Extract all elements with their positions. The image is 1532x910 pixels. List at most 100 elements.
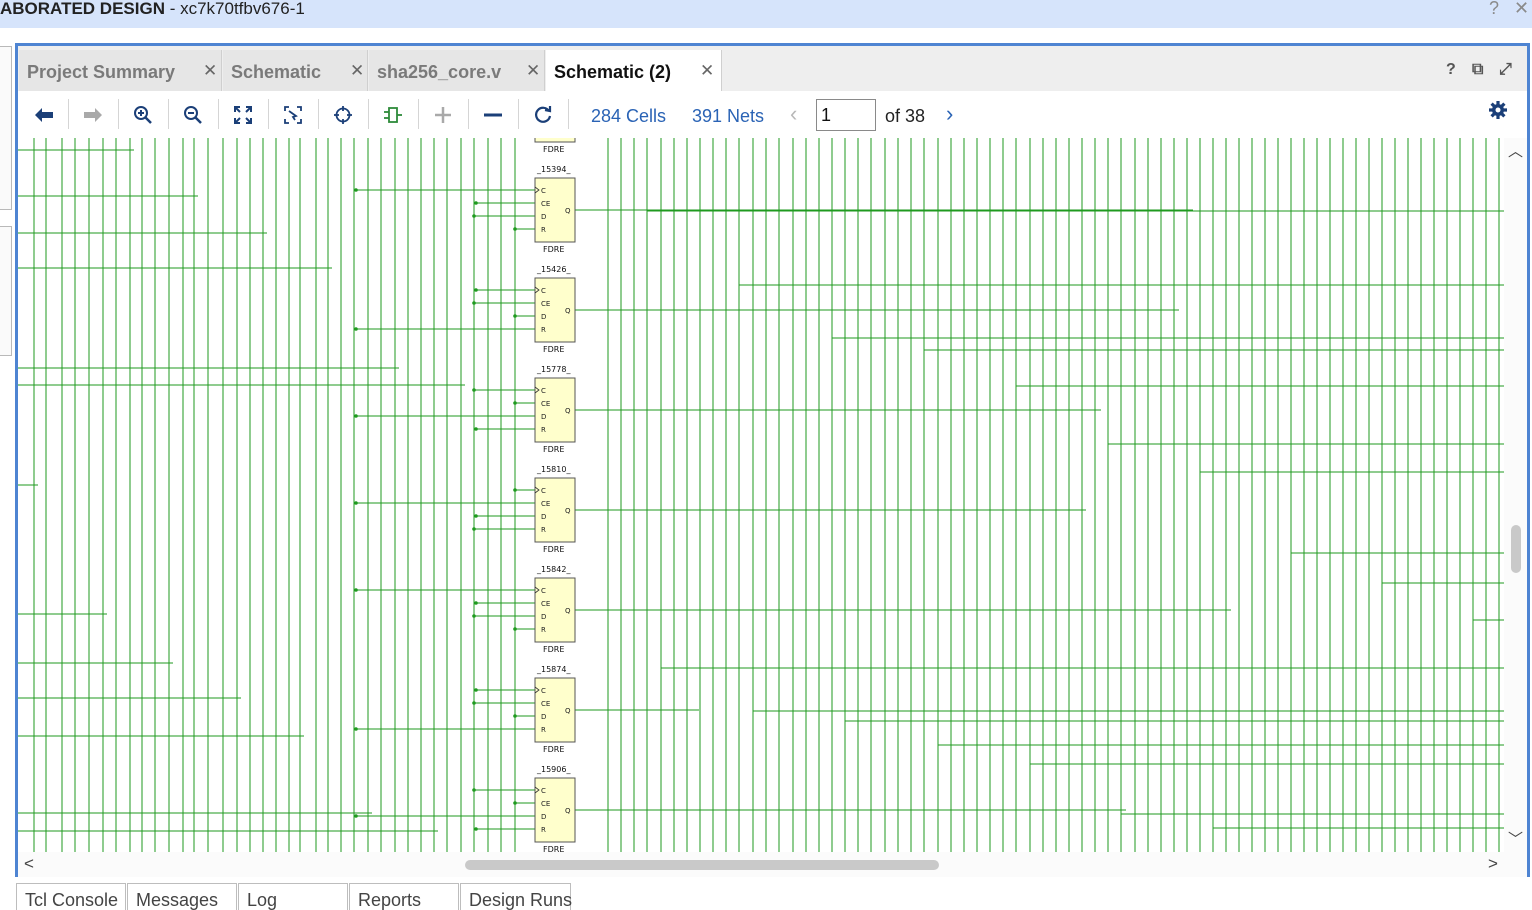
window-title: ABORATED DESIGN - xc7k70tfbv676-1 [0,0,305,20]
net-junction [474,688,478,692]
cell-pin-label: Q [565,607,571,615]
cell-pin-label: R [541,326,546,334]
cell-type-label: FDRE [543,645,564,654]
close-icon[interactable]: ✕ [203,61,217,81]
cell-instance-label: _15842_ [536,565,571,574]
cell-instance-label: _15394_ [536,165,571,174]
fdre-cell: _15426_ C CE DR Q FDRE [354,265,1179,354]
plus-icon[interactable] [428,101,458,129]
zoom-in-icon[interactable] [128,101,158,129]
net-junction [354,188,358,192]
cell-icon[interactable] [378,101,408,129]
tab-tcl-console[interactable]: Tcl Console [16,883,126,910]
tab-label: Reports [358,890,422,910]
help-icon[interactable]: ? [1489,0,1499,19]
cell-pin-label: CE [541,800,550,808]
net-junction [513,488,517,492]
schematic-panel: Project Summary ✕ Schematic ✕ sha256_cor… [15,43,1530,877]
scroll-right-icon[interactable]: > [1488,854,1498,874]
back-arrow-icon[interactable] [29,101,59,129]
net-junction [474,427,478,431]
cell-pin-label: R [541,626,546,634]
left-rail-panel[interactable] [0,46,12,210]
next-page-icon[interactable]: › [946,101,953,127]
gear-icon[interactable] [1488,100,1508,126]
net-junction [472,527,476,531]
tab-log[interactable]: Log [238,883,348,910]
net-junction [472,614,476,618]
tab-sha256-core[interactable]: sha256_core.v ✕ [369,50,545,91]
close-icon[interactable]: ✕ [700,61,714,81]
editor-tab-bar: Project Summary ✕ Schematic ✕ sha256_cor… [18,46,1527,91]
close-icon[interactable]: ✕ [1514,0,1529,19]
tab-label: Messages [136,890,219,910]
cell-pin-label: C [541,487,546,495]
page-number-input[interactable] [816,99,876,131]
zoom-selection-icon[interactable] [278,101,308,129]
cell-pin-label: D [541,813,546,821]
nets-count-link[interactable]: 391 Nets [692,106,764,127]
cell-pin-label: Q [565,207,571,215]
tab-label: Log [247,890,278,910]
cell-pin-label: Q [565,307,571,315]
cell-pin-label: Q [565,407,571,415]
maximize-icon[interactable]: ⤢ [1499,61,1512,79]
previous-page-icon[interactable]: ‹ [790,101,797,127]
tab-messages[interactable]: Messages [127,883,237,910]
cell-pin-label: CE [541,600,550,608]
net-junction [513,801,517,805]
vivado-window: ABORATED DESIGN - xc7k70tfbv676-1 ? ✕ Pr… [0,0,1532,910]
net-junction [474,601,478,605]
net-junction [354,814,358,818]
minus-icon[interactable] [478,101,508,129]
net-junction [472,701,476,705]
horizontal-scrollbar[interactable]: < > [18,852,1527,877]
cell-pin-label: CE [541,700,550,708]
cell-pin-label: D [541,713,546,721]
close-icon[interactable]: ✕ [350,61,364,81]
net-junction [472,301,476,305]
vertical-scrollbar[interactable]: ︿ ﹀ [1504,138,1527,852]
vertical-scroll-thumb[interactable] [1511,525,1521,573]
tab-schematic-2[interactable]: Schematic (2) ✕ [546,50,722,91]
cell-type-label: FDRE [543,845,564,852]
cell-type-label: FDRE [543,745,564,754]
scroll-down-icon[interactable]: ﹀ [1508,828,1523,849]
tab-label: Tcl Console [25,890,119,910]
close-icon[interactable]: ✕ [526,61,540,81]
tab-design-runs[interactable]: Design Runs [460,883,572,910]
cell-pin-label: R [541,226,546,234]
cells-count-link[interactable]: 284 Cells [591,106,666,127]
scroll-left-icon[interactable]: < [24,854,34,874]
fdre-cell: _15394_ C CE DR Q FDRE [354,165,1193,254]
float-icon[interactable]: ⧉ [1472,61,1483,79]
cell-pin-label: C [541,587,546,595]
fit-view-icon[interactable] [228,101,258,129]
zoom-out-icon[interactable] [178,101,208,129]
cell-instance-label: _15906_ [536,765,571,774]
tab-reports[interactable]: Reports [349,883,459,910]
net-junction [513,314,517,318]
scroll-up-icon[interactable]: ︿ [1508,140,1523,161]
refresh-icon[interactable] [528,101,558,129]
cell-pin-label: D [541,513,546,521]
cell-instance-label: _15810_ [536,465,571,474]
net-junction [474,827,478,831]
tab-label: Schematic (2) [554,62,672,82]
cell-instance-label: _15778_ [536,365,571,374]
schematic-canvas[interactable]: FDRE _15394_ C CE D R Q FDRE _15426_ C CE D R Q FDRE _1… [18,138,1504,852]
tab-project-summary[interactable]: Project Summary ✕ [19,50,222,91]
horizontal-scroll-thumb[interactable] [465,860,939,870]
schematic-diagram[interactable]: FDRE_15394_CCEDRQFDRE_15426_CCEDRQFDRE_1… [18,138,1504,852]
cell-pin-label: CE [541,500,550,508]
net-junction [472,388,476,392]
net-junction [354,727,358,731]
fdre-cell: _15906_ C CE DR Q FDRE [354,765,1126,852]
forward-arrow-icon[interactable] [78,101,108,129]
crosshair-icon[interactable] [328,101,358,129]
tab-schematic[interactable]: Schematic ✕ [223,50,368,91]
help-icon[interactable]: ? [1446,61,1456,79]
cell-pin-label: Q [565,707,571,715]
cell-pin-label: R [541,526,546,534]
left-rail-panel[interactable] [0,226,12,356]
